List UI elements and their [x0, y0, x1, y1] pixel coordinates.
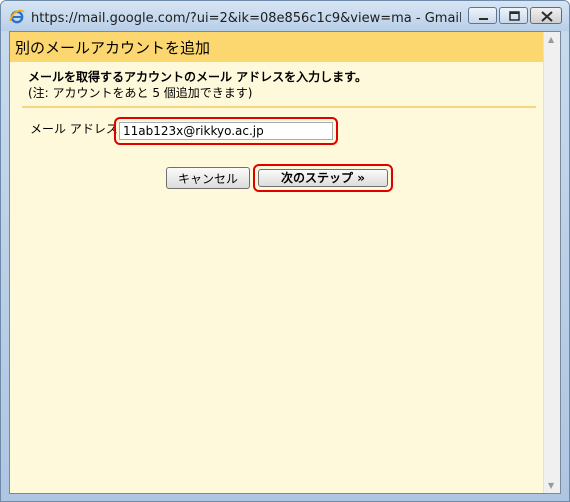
next-step-button[interactable]: 次のステップ »	[258, 169, 388, 187]
divider	[22, 106, 536, 108]
dialog-title: 別のメールアカウントを追加	[15, 39, 211, 57]
dialog-header: 別のメールアカウントを追加	[10, 32, 543, 62]
remaining-accounts-note: (注: アカウントをあと 5 個追加できます)	[28, 86, 253, 100]
vertical-scrollbar[interactable]: ▲ ▼	[543, 32, 560, 493]
email-label: メール アドレス:	[30, 122, 122, 136]
minimize-icon	[479, 18, 488, 20]
instruction-text: メールを取得するアカウントのメール アドレスを入力します。	[28, 70, 367, 84]
next-step-highlight: 次のステップ »	[253, 164, 393, 192]
scroll-up-arrow-icon[interactable]: ▲	[548, 35, 554, 44]
email-input[interactable]	[119, 122, 333, 140]
ie-icon	[9, 9, 25, 24]
dialog-content: 別のメールアカウントを追加 メールを取得するアカウントのメール アドレスを入力し…	[9, 31, 561, 494]
email-highlight	[114, 117, 338, 145]
close-button[interactable]	[530, 7, 562, 24]
title-bar: https://mail.google.com/?ui=2&ik=08e856c…	[1, 1, 569, 31]
maximize-icon	[509, 11, 520, 21]
minimize-button[interactable]	[468, 7, 497, 24]
cancel-button[interactable]: キャンセル	[166, 167, 250, 189]
window-title: https://mail.google.com/?ui=2&ik=08e856c…	[31, 11, 461, 26]
maximize-button[interactable]	[499, 7, 528, 24]
browser-popup-window: https://mail.google.com/?ui=2&ik=08e856c…	[0, 0, 570, 502]
close-icon	[541, 11, 553, 22]
scroll-down-arrow-icon[interactable]: ▼	[548, 481, 554, 490]
